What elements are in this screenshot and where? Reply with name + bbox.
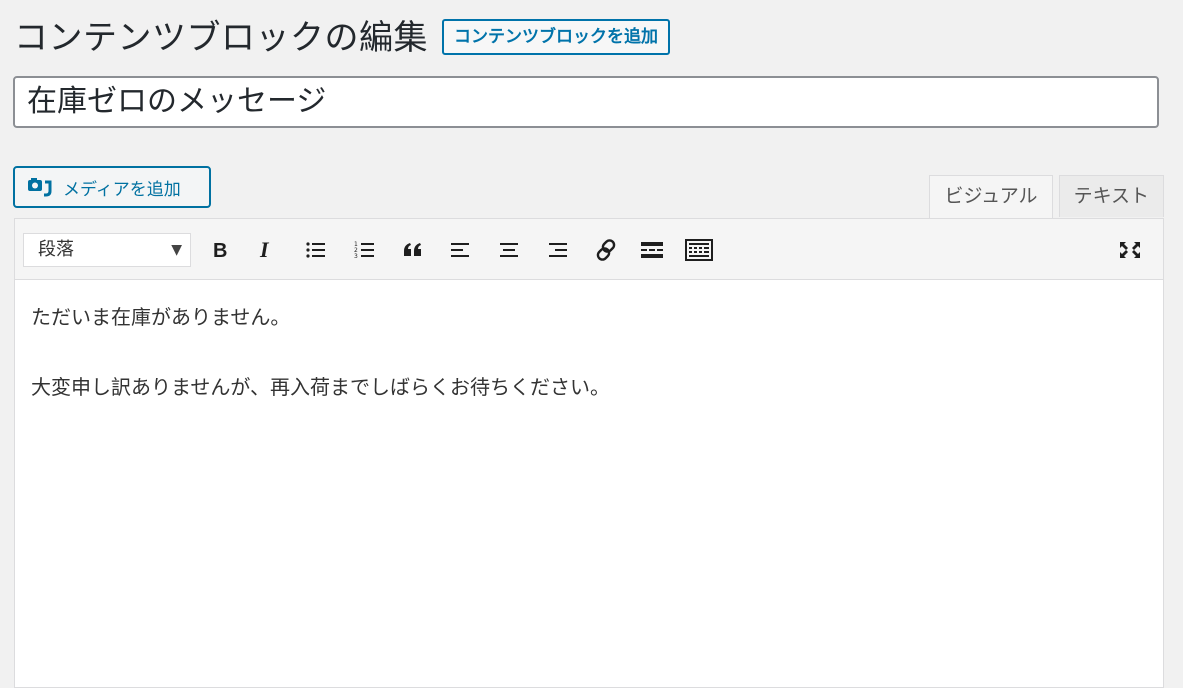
align-center-icon [500, 243, 518, 257]
content-paragraph: ただいま在庫がありません。 [31, 305, 291, 329]
italic-icon: I [259, 240, 270, 260]
svg-text:B: B [213, 240, 227, 260]
content-paragraph: 大変申し訳ありませんが、再入荷までしばらくお待ちください。 [31, 375, 610, 399]
post-title-input[interactable]: 在庫ゼロのメッセージ [13, 76, 1159, 128]
svg-text:I: I [259, 240, 270, 260]
align-right-icon [549, 243, 567, 257]
link-icon [596, 239, 616, 261]
format-select[interactable]: 段落 ▼ [23, 233, 191, 267]
editor-content[interactable]: ただいま在庫がありません。 大変申し訳ありませんが、再入荷までしばらくお待ちくだ… [15, 280, 1163, 460]
add-media-label: メディアを追加 [63, 179, 181, 200]
numbered-list-button[interactable]: 1 2 3 [350, 236, 380, 264]
chevron-down-icon: ▼ [171, 242, 182, 258]
align-right-button[interactable] [543, 236, 573, 264]
fullscreen-button[interactable] [1115, 236, 1145, 264]
bold-icon: B [213, 240, 227, 260]
fullscreen-icon [1120, 242, 1140, 258]
italic-button[interactable]: I [251, 236, 281, 264]
link-button[interactable] [591, 236, 621, 264]
editor: 段落 ▼ B I 1 2 3 ただいま在庫がありません。 大変申し訳ありませんが… [14, 218, 1164, 688]
add-media-icon [27, 176, 53, 198]
bold-button[interactable]: B [205, 236, 235, 264]
tab-text[interactable]: テキスト [1058, 175, 1164, 217]
editor-toolbar: 段落 ▼ B I 1 2 3 [15, 219, 1163, 280]
blockquote-button[interactable] [398, 236, 428, 264]
tab-visual[interactable]: ビジュアル [929, 175, 1053, 219]
numbered-list-icon: 1 2 3 [354, 241, 374, 260]
add-media-button[interactable]: メディアを追加 [13, 166, 211, 208]
read-more-icon [641, 242, 663, 258]
format-select-value: 段落 [38, 239, 74, 260]
align-left-icon [451, 243, 469, 257]
add-new-button[interactable]: コンテンツブロックを追加 [442, 18, 670, 55]
blockquote-icon [404, 243, 421, 256]
align-center-button[interactable] [494, 236, 524, 264]
editor-tabs: ビジュアル テキスト [923, 175, 1164, 219]
bulleted-list-icon [306, 242, 325, 258]
svg-text:3: 3 [354, 253, 358, 260]
keyboard-icon [685, 239, 713, 261]
align-left-button[interactable] [445, 236, 475, 264]
page-header: コンテンツブロックの編集 コンテンツブロックを追加 [14, 10, 670, 59]
bulleted-list-button[interactable] [301, 236, 331, 264]
read-more-button[interactable] [637, 236, 667, 264]
page-title: コンテンツブロックの編集 [14, 18, 428, 58]
toolbar-toggle-button[interactable] [684, 236, 714, 264]
